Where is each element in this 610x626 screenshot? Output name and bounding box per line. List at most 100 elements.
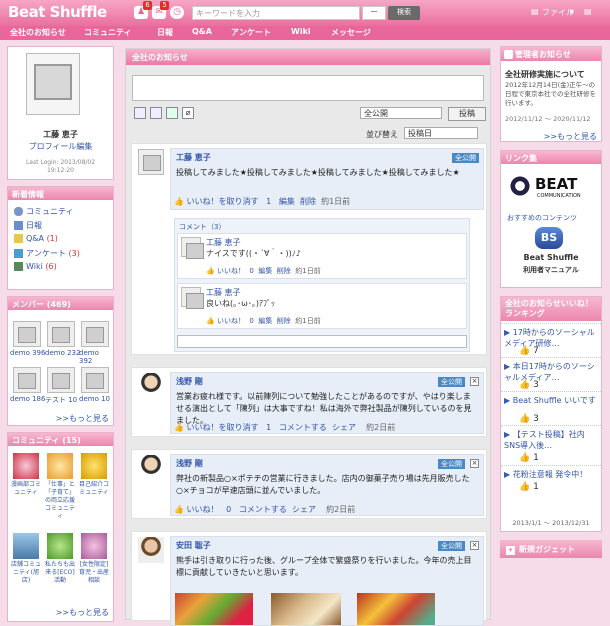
ranking-item[interactable]: ▶ 【テスト投稿】社内SNS導入後… 👍 1 (501, 425, 601, 465)
video-icon[interactable] (150, 107, 162, 119)
search-scope-select[interactable]: — (362, 6, 386, 20)
app-logo[interactable]: Beat Shuffle (8, 3, 107, 21)
news-item-daily-report[interactable]: 日報 (8, 218, 113, 232)
post-textarea[interactable] (132, 75, 484, 101)
community-image[interactable] (13, 453, 39, 479)
post-author[interactable]: 浅野 剛 (176, 376, 478, 387)
community-more-link[interactable]: >>もっと見る (56, 607, 109, 618)
ranking-item[interactable]: ▶ 花粉注意報 発令中！ 👍 1 (501, 465, 601, 495)
post-photo[interactable] (271, 593, 341, 625)
member-name[interactable]: demo 232 (45, 349, 80, 357)
member-avatar[interactable] (81, 367, 109, 393)
close-icon[interactable]: × (470, 377, 479, 386)
nav-messages[interactable]: メッセージ (331, 27, 371, 38)
member-avatar[interactable] (47, 367, 75, 393)
bs-logo-icon[interactable]: BS (535, 227, 563, 249)
community-name[interactable]: 目己紹介コミュニティ (78, 481, 110, 497)
ranking-item[interactable]: ▶ 本日17時からのソーシャルメディア… 👍 3 (501, 357, 601, 391)
community-image[interactable] (13, 533, 39, 559)
news-item-qa[interactable]: Q&A (1) (8, 232, 113, 246)
admin-more-link[interactable]: >>もっと見る (544, 131, 597, 142)
nav-survey[interactable]: アンケート (231, 27, 271, 38)
like-button[interactable]: いいね！を取り消す (187, 197, 259, 206)
edit-link[interactable]: 編集 (279, 197, 295, 206)
search-button[interactable]: 検索 (388, 6, 420, 20)
member-name[interactable]: テスト 10 (45, 395, 77, 405)
community-image[interactable] (81, 533, 107, 559)
post-author[interactable]: 工藤 恵子 (176, 152, 478, 163)
nav-company-news[interactable]: 全社のお知らせ (10, 27, 66, 38)
comment-edit-link[interactable]: 編集 (258, 267, 272, 275)
nav-community[interactable]: コミュニティ (84, 27, 132, 38)
comment-avatar[interactable] (181, 287, 204, 309)
community-name[interactable]: 私たちも出来る[ECO]活動 (44, 561, 76, 585)
comment-link[interactable]: コメントする (279, 423, 327, 432)
member-avatar[interactable] (13, 367, 41, 393)
clock-icon[interactable]: ◷ (170, 6, 184, 19)
community-image[interactable] (81, 453, 107, 479)
attach-icon[interactable]: ⌀ (182, 107, 194, 119)
nav-wiki[interactable]: Wiki (291, 27, 311, 36)
member-avatar[interactable] (47, 321, 75, 347)
comment-link[interactable]: コメントする (239, 505, 287, 514)
bs-manual-sub[interactable]: 利用者マニュアル (501, 265, 601, 275)
member-name[interactable]: demo 186 (10, 395, 45, 403)
close-icon[interactable]: × (470, 459, 479, 468)
ranking-item[interactable]: ▶ Beat Shuffle いいです 👍 3 (501, 391, 601, 425)
news-item-wiki[interactable]: Wiki (6) (8, 260, 113, 274)
comment-edit-link[interactable]: 編集 (258, 317, 272, 325)
community-name[interactable]: 漫画部コミュニティ (10, 481, 42, 497)
post-photo[interactable] (357, 593, 435, 625)
comment-avatar[interactable] (181, 237, 204, 259)
comment-like-button[interactable]: いいね！ (217, 267, 245, 275)
member-name[interactable]: demo 10 (79, 395, 110, 403)
search-input[interactable]: キーワードを入力 (192, 6, 360, 20)
close-icon[interactable]: × (470, 541, 479, 550)
user-menu-icon[interactable]: ▤ (584, 7, 592, 16)
nav-daily-report[interactable]: 日報 (157, 27, 173, 38)
ranking-item[interactable]: ▶ 17時からのソーシャルメディア研修… 👍 7 (501, 323, 601, 357)
post-avatar[interactable] (138, 455, 164, 481)
scope-select[interactable]: 全公開 (360, 107, 442, 119)
post-avatar[interactable] (138, 537, 164, 563)
post-button[interactable]: 投稿 (448, 107, 486, 121)
share-link[interactable]: シェア (332, 423, 356, 432)
profile-avatar[interactable] (26, 53, 80, 115)
post-photo[interactable] (175, 593, 253, 625)
news-item-community[interactable]: コミュニティ (8, 204, 113, 218)
delete-link[interactable]: 削除 (300, 197, 316, 206)
comment-like-button[interactable]: いいね！ (217, 317, 245, 325)
member-avatar[interactable] (81, 321, 109, 347)
post-author[interactable]: 安田 聡子 (176, 540, 478, 551)
file-icon[interactable]: ▤ (531, 7, 539, 16)
comment-author[interactable]: 工藤 恵子 (206, 237, 241, 248)
like-button[interactable]: いいね！ (187, 505, 219, 514)
community-image[interactable] (47, 453, 73, 479)
link-icon[interactable] (166, 107, 178, 119)
comment-author[interactable]: 工藤 恵子 (206, 287, 241, 298)
comment-input[interactable] (177, 335, 467, 348)
comment-delete-link[interactable]: 削除 (277, 267, 291, 275)
profile-edit-link[interactable]: プロフィール編集 (8, 141, 113, 152)
nav-qa[interactable]: Q&A (192, 27, 212, 36)
like-button[interactable]: いいね！を取り消す (187, 423, 259, 432)
beat-logo-link[interactable]: BEAT (535, 175, 577, 193)
admin-notice-heading[interactable]: 全社研修実施について (505, 69, 585, 80)
sort-select[interactable]: 投稿日 (404, 127, 478, 139)
news-item-survey[interactable]: アンケート (3) (8, 246, 113, 260)
member-avatar[interactable] (13, 321, 41, 347)
comment-delete-link[interactable]: 削除 (277, 317, 291, 325)
image-icon[interactable] (134, 107, 146, 119)
bs-manual-title[interactable]: Beat Shuffle (501, 253, 601, 262)
post-author[interactable]: 浅野 剛 (176, 458, 478, 469)
member-name[interactable]: demo 392 (79, 349, 113, 365)
members-more-link[interactable]: >>もっと見る (56, 413, 109, 424)
community-image[interactable] (47, 533, 73, 559)
community-name[interactable]: 「仕事」と「子育て」の両立応援コミュニティ (44, 481, 76, 521)
post-avatar[interactable] (138, 149, 164, 175)
post-avatar[interactable] (138, 373, 164, 399)
share-link[interactable]: シェア (292, 505, 316, 514)
community-name[interactable]: [女性限定]育児・出産相談 (78, 561, 110, 585)
community-name[interactable]: 店舗コミュニティ(旭店) (10, 561, 42, 585)
member-name[interactable]: demo 396 (10, 349, 45, 357)
